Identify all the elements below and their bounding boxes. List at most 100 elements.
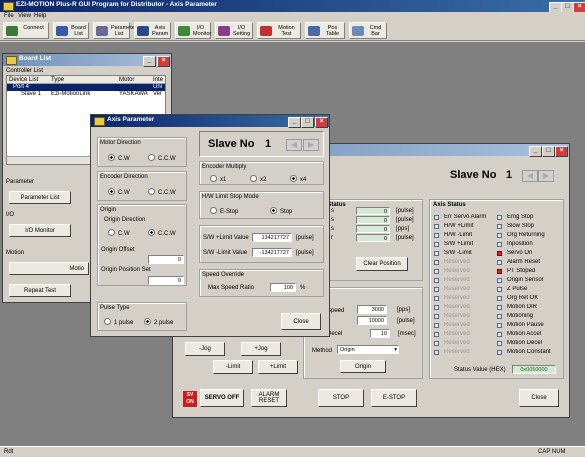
device-row-port[interactable]: Port 4 Uni (7, 84, 165, 91)
toolbar-button-motion-test[interactable]: Motion Test (257, 22, 301, 39)
status-row-label: s (331, 226, 334, 232)
status-flag-label: Reserved (444, 349, 470, 355)
motion-maximize-icon[interactable]: □ (542, 146, 555, 157)
origin-button[interactable]: Origin (340, 360, 386, 373)
io-monitor-icon (178, 26, 190, 36)
origin-offset-label: Origin Offset (101, 247, 135, 253)
io-monitor-button[interactable]: I/O Monitor (9, 224, 71, 237)
speed-field[interactable]: 3000 (357, 305, 387, 314)
limit-plus-button[interactable]: +Limit (258, 360, 298, 374)
toolbar-button-pos-table[interactable]: Pos Table (305, 22, 345, 39)
status-led-icon (497, 341, 502, 346)
motor-direction-title: Motor Direction (100, 140, 141, 146)
axis-param-window: Axis Parameter _ □ × Motor Direction C.W… (90, 114, 330, 337)
jog-minus-button[interactable]: -Jog (185, 342, 225, 356)
motor-dir-ccw-radio[interactable]: C.C.W (148, 154, 176, 162)
axis-param-maximize-icon[interactable]: □ (301, 117, 314, 128)
motion-next-slave-icon[interactable]: ▶ (538, 170, 554, 182)
pulse-1-radio[interactable]: 1 pulse (104, 318, 133, 326)
clear-position-button[interactable]: Clear Position (356, 257, 408, 271)
decel-field[interactable]: 10 (370, 329, 390, 338)
enc-dir-cw-radio[interactable]: C.W (108, 188, 130, 196)
board-list-minimize-icon[interactable]: _ (143, 56, 156, 67)
origin-offset-field[interactable]: 0 (148, 255, 184, 264)
enc-mult-x2-radio[interactable]: x2 (250, 175, 266, 183)
hw-limit-stop-radio[interactable]: Stop (270, 207, 292, 215)
col-inte[interactable]: Inte (153, 77, 163, 83)
toolbar: Connect Board List Parameter List Axis Para… (0, 21, 585, 41)
status-flag-label: Motion Accel (507, 331, 542, 337)
board-list-close-icon[interactable]: × (157, 56, 170, 67)
jog-plus-button[interactable]: +Jog (241, 342, 281, 356)
alarm-reset-button[interactable]: ALARM RESET (251, 389, 287, 407)
status-bar-left: Rdt (4, 449, 14, 455)
status-led-icon (497, 269, 502, 274)
origin-dir-ccw-radio[interactable]: C.C.W (148, 229, 176, 237)
motion-prev-slave-icon[interactable]: ◀ (522, 170, 538, 182)
toolbar-button-parameter-list[interactable]: Parameter List (93, 22, 137, 39)
motion-test-icon (260, 26, 272, 36)
toolbar-label: Axis Param (152, 25, 169, 37)
sw-minus-limit-field[interactable]: -134217727 (252, 248, 292, 257)
status-led-icon (497, 314, 502, 319)
axis-param-close-button[interactable]: Close (281, 313, 321, 330)
repeat-test-button[interactable]: Repeat Test (9, 284, 71, 297)
status-led-icon (497, 323, 502, 328)
stop-button[interactable]: STOP (318, 389, 364, 407)
origin-position-set-field[interactable]: 0 (148, 276, 184, 285)
toolbar-button-cmd-bar[interactable]: Cmd Bar (349, 22, 387, 39)
toolbar-button-axis-param[interactable]: Axis Param (134, 22, 171, 39)
sw-plus-limit-field[interactable]: 134217727 (252, 233, 292, 242)
status-flag-label: H/W -Limit (444, 232, 472, 238)
device-row-slave-motor: YASKAWA (119, 91, 148, 97)
axis-param-minimize-icon[interactable]: _ (288, 117, 301, 128)
device-row-slave[interactable]: Slave 1 Ezi-MotionLink YASKAWA Ver (7, 91, 165, 98)
speed-unit: [pps] (397, 307, 411, 313)
axis-next-slave-icon[interactable]: ▶ (303, 139, 319, 151)
toolbar-button-io-monitor[interactable]: I/O Monitor (175, 22, 211, 39)
axis-param-close-icon[interactable]: × (315, 117, 328, 128)
col-type[interactable]: Type (51, 77, 64, 83)
speed-override-title: Speed Override (202, 272, 245, 278)
status-flag-label: Reserved (444, 277, 470, 283)
max-speed-ratio-field[interactable]: 100 (270, 283, 296, 292)
toolbar-button-connect[interactable]: Connect (3, 22, 49, 39)
pulse-2-radio[interactable]: 2 pulse (144, 318, 173, 326)
axis-prev-slave-icon[interactable]: ◀ (286, 139, 302, 151)
origin-dir-cw-radio[interactable]: C.W (108, 229, 130, 237)
device-table-header: Device List Type Motor Inte (7, 76, 165, 84)
parameter-list-button[interactable]: Parameter List (9, 191, 71, 204)
status-row-unit: [pulse] (396, 208, 414, 214)
origin-title: Origin (100, 207, 117, 213)
enc-mult-x4-radio[interactable]: x4 (290, 175, 306, 183)
status-flag-label: Reserved (444, 304, 470, 310)
servo-off-button[interactable]: SERVO OFF (200, 389, 244, 407)
menu-view[interactable]: View (18, 13, 31, 19)
motion-button[interactable]: Motio (9, 262, 89, 275)
status-flag-label: Origin Sensor (507, 277, 544, 283)
motion-close-button[interactable]: Close (519, 389, 559, 407)
motion-close-icon[interactable]: × (555, 146, 568, 157)
enc-dir-ccw-radio[interactable]: C.C.W (148, 188, 176, 196)
menu-file[interactable]: File (4, 13, 14, 19)
hw-limit-group: H/W Limit Stop Mode E-Stop Stop (199, 191, 324, 219)
estop-button[interactable]: E-STOP (371, 389, 417, 407)
status-led-icon (434, 332, 439, 337)
status-led-icon (497, 350, 502, 355)
limit-minus-button[interactable]: -Limit (213, 360, 253, 374)
status-led-icon (434, 278, 439, 283)
motor-dir-cw-radio[interactable]: C.W (108, 154, 130, 162)
cmd-bar-icon (352, 26, 364, 36)
toolbar-button-board-list[interactable]: Board List (53, 22, 89, 39)
motion-minimize-icon[interactable]: _ (529, 146, 542, 157)
col-motor[interactable]: Motor (119, 77, 134, 83)
enc-mult-x1-radio[interactable]: x1 (210, 175, 226, 183)
col-device-list[interactable]: Device List (9, 77, 38, 83)
position-field[interactable]: 10000 (357, 316, 387, 325)
status-flag-label: Emg Stop (507, 214, 534, 220)
method-select[interactable]: Origin ▾ (337, 345, 399, 354)
menu-help[interactable]: Help (34, 13, 46, 19)
toolbar-button-io-setting[interactable]: I/O Setting (215, 22, 253, 39)
hw-limit-estop-radio[interactable]: E-Stop (210, 207, 238, 215)
status-flag-label: Reserved (444, 340, 470, 346)
